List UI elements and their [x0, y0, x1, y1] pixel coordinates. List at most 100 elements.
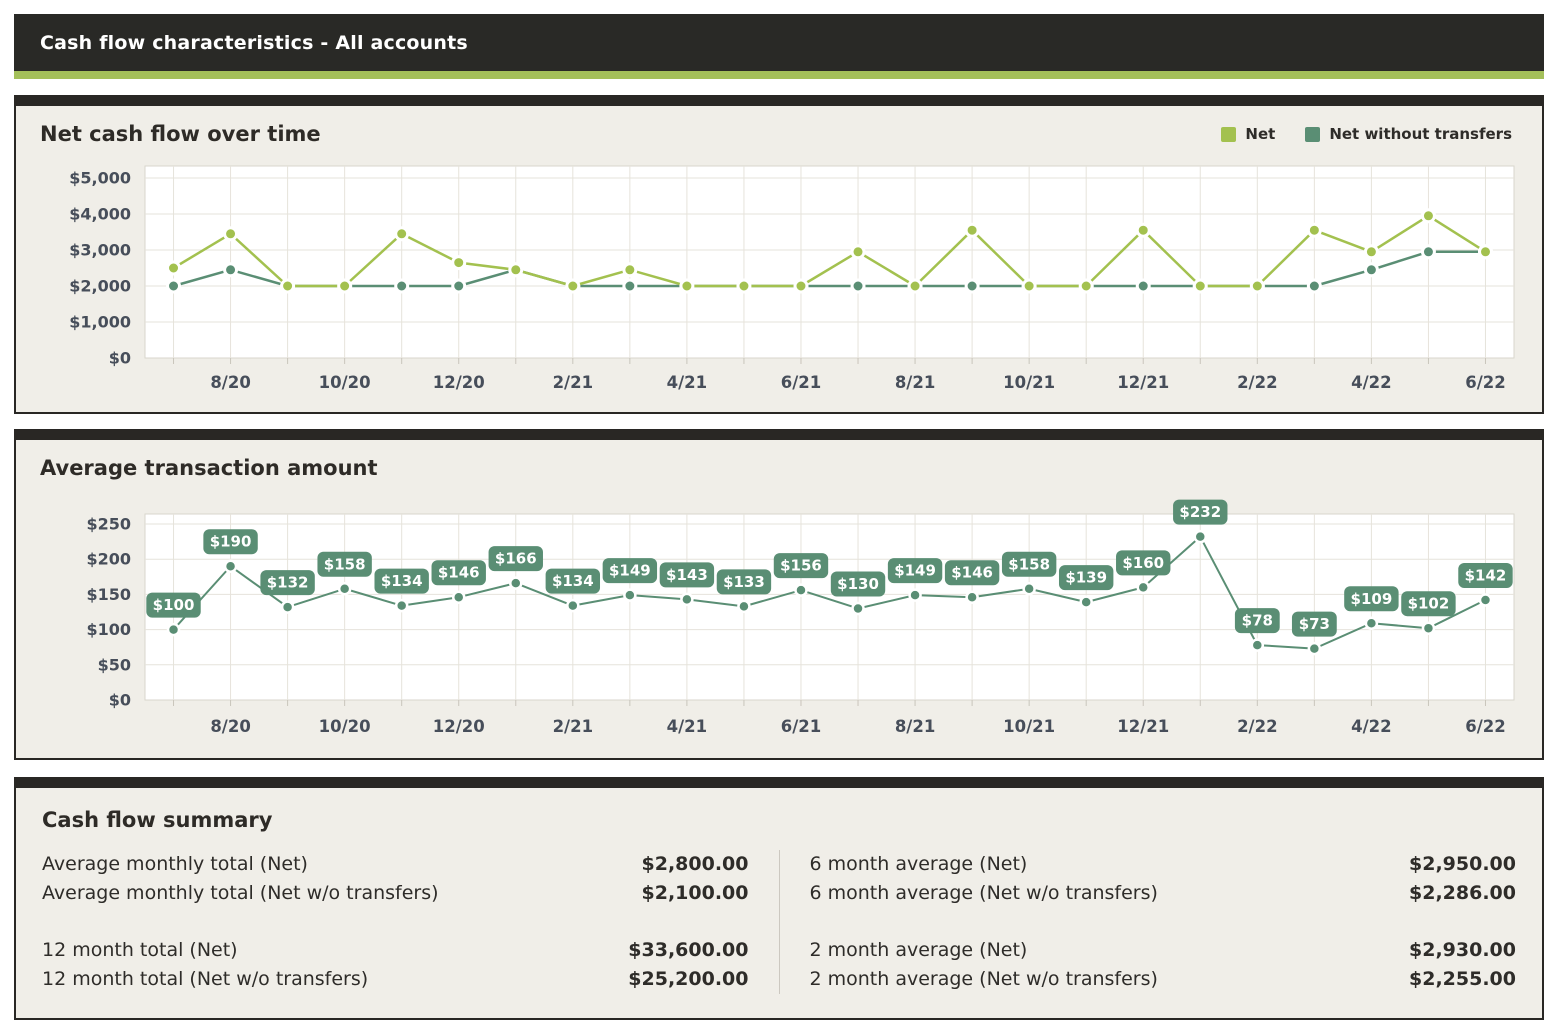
svg-text:$146: $146	[951, 564, 993, 582]
svg-text:2/22: 2/22	[1237, 373, 1277, 392]
summary-value: $2,930.00	[1409, 936, 1516, 965]
svg-text:10/20: 10/20	[319, 373, 371, 392]
svg-text:$0: $0	[109, 349, 131, 368]
svg-text:10/21: 10/21	[1003, 373, 1055, 392]
svg-text:$109: $109	[1351, 590, 1393, 608]
summary-label: 2 month average (Net w/o transfers)	[810, 965, 1158, 994]
svg-text:4/22: 4/22	[1351, 373, 1391, 392]
summary-label: Average monthly total (Net w/o transfers…	[42, 879, 439, 908]
net-series-swatch-icon	[1221, 127, 1236, 142]
svg-text:2/21: 2/21	[553, 717, 593, 736]
svg-text:6/22: 6/22	[1465, 373, 1505, 392]
svg-text:12/21: 12/21	[1117, 717, 1169, 736]
summary-left-column: Average monthly total (Net) $2,800.00 Av…	[42, 850, 779, 994]
svg-text:2/21: 2/21	[553, 373, 593, 392]
svg-text:$4,000: $4,000	[69, 205, 131, 224]
summary-value: $2,800.00	[642, 850, 749, 879]
svg-text:$156: $156	[780, 557, 822, 575]
svg-text:$200: $200	[86, 550, 131, 569]
summary-label: 12 month total (Net)	[42, 936, 238, 965]
svg-text:$149: $149	[609, 562, 651, 580]
summary-label: 12 month total (Net w/o transfers)	[42, 965, 368, 994]
legend-label-net: Net	[1245, 125, 1275, 143]
summary-label: Average monthly total (Net)	[42, 850, 308, 879]
summary-value: $33,600.00	[628, 936, 748, 965]
svg-text:10/21: 10/21	[1003, 717, 1055, 736]
svg-text:$232: $232	[1179, 503, 1221, 521]
summary-row: 12 month total (Net) $33,600.00	[42, 936, 749, 965]
svg-text:$142: $142	[1465, 567, 1507, 585]
svg-text:8/20: 8/20	[210, 373, 250, 392]
svg-text:6/21: 6/21	[781, 717, 821, 736]
svg-text:$190: $190	[210, 533, 252, 551]
summary-title: Cash flow summary	[42, 808, 1516, 832]
net-without-transfers-series-swatch-icon	[1305, 127, 1320, 142]
summary-row: Average monthly total (Net w/o transfers…	[42, 879, 749, 908]
svg-text:12/21: 12/21	[1117, 373, 1169, 392]
svg-text:$146: $146	[438, 564, 480, 582]
svg-text:$5,000: $5,000	[69, 169, 131, 188]
net-cash-flow-panel: Net cash flow over time Net Net without …	[14, 95, 1544, 414]
report-header: Cash flow characteristics - All accounts	[14, 14, 1544, 71]
svg-text:$78: $78	[1242, 612, 1273, 630]
svg-text:$134: $134	[381, 572, 423, 590]
svg-text:$2,000: $2,000	[69, 277, 131, 296]
svg-text:$150: $150	[86, 585, 131, 604]
summary-row: 2 month average (Net w/o transfers) $2,2…	[810, 965, 1517, 994]
summary-row: 6 month average (Net w/o transfers) $2,2…	[810, 879, 1517, 908]
svg-text:$133: $133	[723, 573, 765, 591]
svg-text:2/22: 2/22	[1237, 717, 1277, 736]
legend-item-net-without-transfers: Net without transfers	[1305, 125, 1512, 143]
summary-right-column: 6 month average (Net) $2,950.00 6 month …	[780, 850, 1517, 994]
net-cash-flow-title: Net cash flow over time	[40, 122, 321, 146]
svg-text:$130: $130	[837, 575, 879, 593]
svg-text:$158: $158	[1008, 555, 1050, 573]
svg-text:8/21: 8/21	[895, 717, 935, 736]
svg-text:$139: $139	[1065, 569, 1107, 587]
summary-value: $25,200.00	[628, 965, 748, 994]
summary-value: $2,100.00	[642, 879, 749, 908]
report-title: Cash flow characteristics - All accounts	[40, 32, 468, 54]
summary-row: Average monthly total (Net) $2,800.00	[42, 850, 749, 879]
svg-text:$100: $100	[153, 596, 195, 614]
summary-value: $2,255.00	[1409, 965, 1516, 994]
svg-text:6/21: 6/21	[781, 373, 821, 392]
net-cash-flow-chart: $0$1,000$2,000$3,000$4,000$5,0008/2010/2…	[40, 160, 1518, 400]
summary-value: $2,950.00	[1409, 850, 1516, 879]
summary-label: 6 month average (Net w/o transfers)	[810, 879, 1158, 908]
average-transaction-title: Average transaction amount	[40, 456, 378, 480]
svg-text:4/21: 4/21	[667, 373, 707, 392]
svg-text:$143: $143	[666, 566, 708, 584]
cash-flow-summary-panel: Cash flow summary Average monthly total …	[14, 777, 1544, 1020]
svg-text:12/20: 12/20	[433, 373, 485, 392]
svg-text:$132: $132	[267, 574, 309, 592]
legend-item-net: Net	[1221, 125, 1275, 143]
svg-text:$102: $102	[1408, 595, 1450, 613]
chart-legend: Net Net without transfers	[1221, 125, 1518, 143]
svg-text:$160: $160	[1122, 554, 1164, 572]
svg-text:12/20: 12/20	[433, 717, 485, 736]
svg-text:$158: $158	[324, 555, 366, 573]
header-accent-strip	[14, 71, 1544, 79]
svg-text:$134: $134	[552, 572, 594, 590]
average-transaction-chart: $0 $50 $100 $150 $200 $250 8/20 10/20 12/20 2/21 4…	[40, 494, 1518, 748]
svg-text:$149: $149	[894, 562, 936, 580]
svg-text:$250: $250	[86, 515, 131, 534]
svg-text:$100: $100	[86, 620, 131, 639]
svg-text:$166: $166	[495, 550, 537, 568]
svg-text:$0: $0	[109, 691, 131, 710]
svg-text:4/22: 4/22	[1351, 717, 1391, 736]
summary-row: 2 month average (Net) $2,930.00	[810, 936, 1517, 965]
svg-text:6/22: 6/22	[1465, 717, 1505, 736]
summary-label: 6 month average (Net)	[810, 850, 1028, 879]
summary-label: 2 month average (Net)	[810, 936, 1028, 965]
svg-text:$50: $50	[98, 655, 131, 674]
svg-text:4/21: 4/21	[667, 717, 707, 736]
svg-text:8/20: 8/20	[210, 717, 250, 736]
legend-label-net-without-transfers: Net without transfers	[1329, 125, 1512, 143]
svg-text:$73: $73	[1299, 615, 1330, 633]
svg-text:8/21: 8/21	[895, 373, 935, 392]
average-transaction-panel: Average transaction amount $0 $50 $100 $150…	[14, 429, 1544, 760]
svg-text:$1,000: $1,000	[69, 313, 131, 332]
svg-text:10/20: 10/20	[319, 717, 371, 736]
